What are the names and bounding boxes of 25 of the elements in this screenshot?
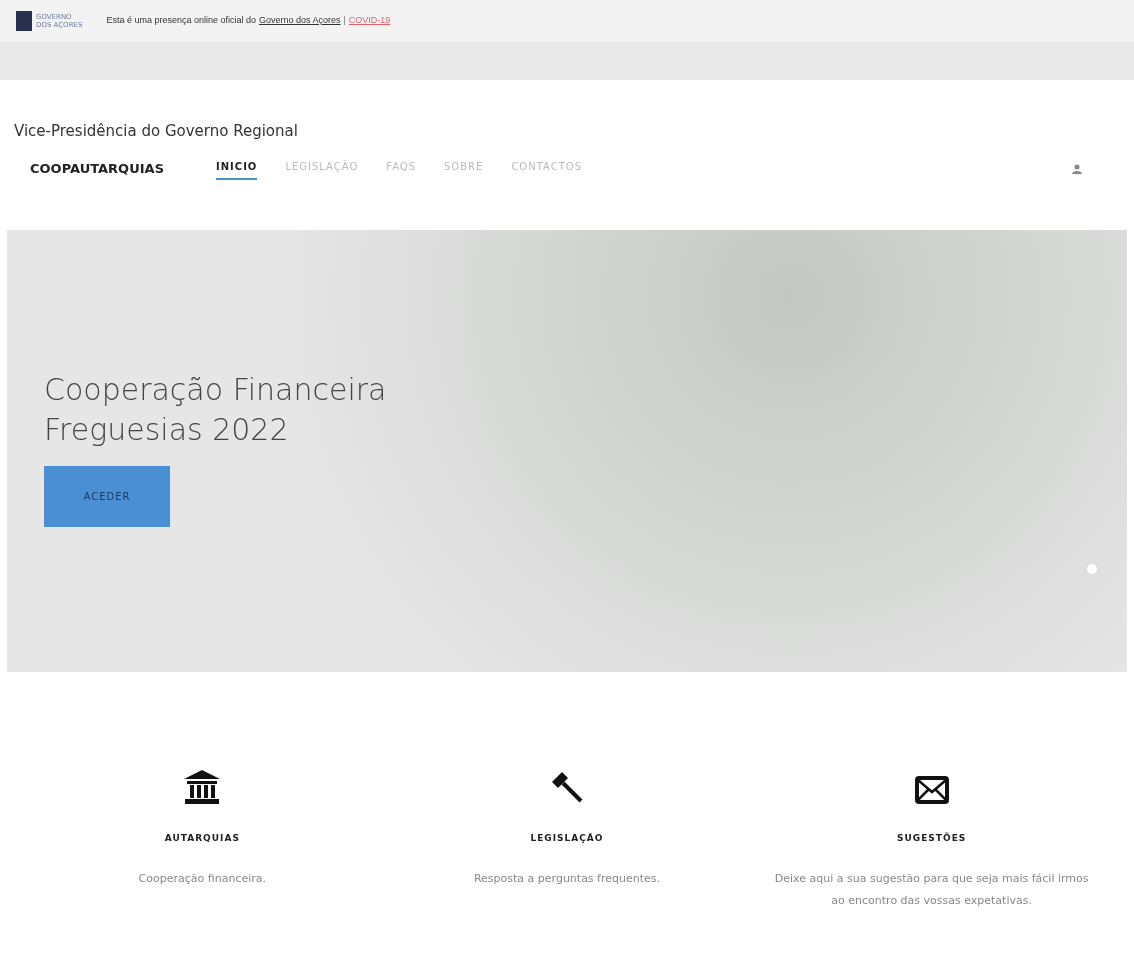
gavel-icon [550,770,584,804]
user-icon[interactable] [1072,164,1082,174]
nav-tab[interactable]: SOBRE [444,158,484,180]
brand-name[interactable]: COOPAUTARQUIAS [30,159,216,179]
separator: | [343,14,346,28]
feature-description: Deixe aqui a sua sugestão para que seja mais fácil irmos ao encontro das vossas expetativas. [773,870,1090,909]
official-notice: Esta é uma presença online oficial do [106,14,256,28]
feature-description: Cooperação financeira. [137,870,268,887]
nav-tab[interactable]: INICIO [216,158,258,180]
hero-title: Freguesias 2022 [44,411,290,449]
feature-title: LEGISLAÇÃO [530,832,604,845]
envelope-icon [914,776,949,804]
nav-tab[interactable]: CONTACTOS [511,158,582,180]
feature-description: Resposta a perguntas frequentes. [472,870,662,887]
nav-tab[interactable]: LEGISLAÇÃO [285,158,359,180]
nav-tab[interactable]: FAQS [386,158,416,180]
bank-icon [184,770,221,804]
covid-link[interactable]: COVID-19 [348,14,391,28]
feature-title: SUGESTÕES [897,832,967,845]
logo-emblem [16,11,32,31]
hero-title: Cooperação Financeira [44,371,388,409]
organization-name: Vice-Presidência do Governo Regional [14,121,299,142]
feature-title: AUTARQUIAS [164,832,240,845]
access-button[interactable]: ACEDER [44,466,170,527]
government-link[interactable]: Governo dos Açores [258,14,341,28]
